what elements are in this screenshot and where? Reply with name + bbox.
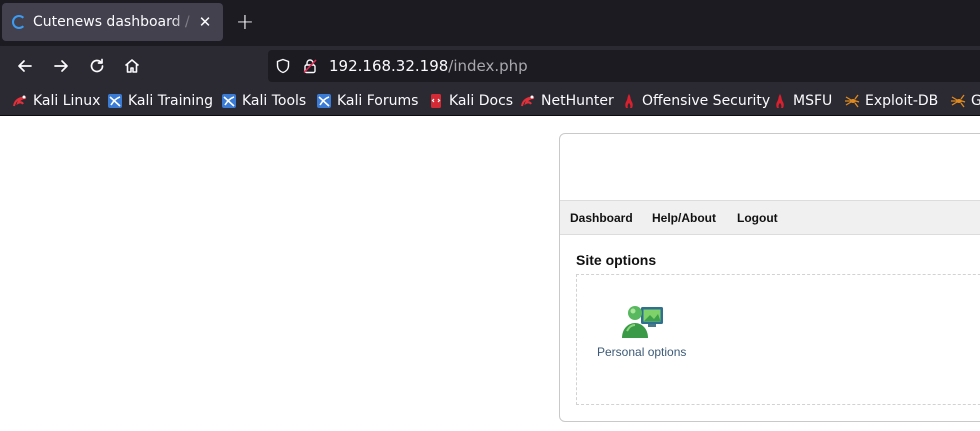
bookmark-msfu[interactable]: MSFU [772,92,832,110]
loading-spinner-icon [12,15,26,29]
bookmark-label: Exploit-DB [865,93,939,109]
arrow-left-icon [18,60,32,72]
tab-strip: Cutenews dashboard / Cu ✕ + [0,0,980,46]
bookmark-label: MSFU [793,93,833,109]
tab-title: Cutenews dashboard / Cu [33,14,195,30]
exploitdb-icon [845,94,860,108]
new-tab-button[interactable]: + [233,11,257,35]
navigation-toolbar: 192.168.32.198/index.php [0,46,980,86]
menu-logout-link[interactable]: Logout [737,211,778,225]
home-icon [124,59,140,73]
bookmark-label: Kali Training [128,93,213,109]
bookmark-label: NetHunter [541,93,614,109]
home-button[interactable] [118,52,146,80]
section-title: Site options [576,252,657,268]
bookmark-kali-training[interactable]: Kali Training [107,92,213,110]
url-text[interactable]: 192.168.32.198/index.php [329,57,528,75]
site-options-box: Personal options [576,274,980,405]
user-computer-icon[interactable] [621,303,665,343]
bookmark-offensive-security[interactable]: Offensive Security [621,92,770,110]
forward-button[interactable] [47,52,75,80]
kali-tools-icon [222,94,236,108]
kali-training-icon [108,94,122,108]
url-path: /index.php [448,57,528,75]
arrow-right-icon [54,60,68,72]
bookmark-label: Kali Docs [449,93,514,109]
exploitdb-icon [951,94,966,108]
dashboard-panel: Dashboard Help/About Logout Site options… [559,133,980,422]
reload-button[interactable] [83,52,111,80]
tab-active[interactable]: Cutenews dashboard / Cu ✕ [2,3,223,41]
bookmark-label: Offensive Security [642,93,771,109]
kali-dragon-icon [13,95,27,107]
bookmark-kali-docs[interactable]: Kali Docs [428,92,513,110]
url-bar[interactable]: 192.168.32.198/index.php [268,50,980,82]
bookmark-exploit-db[interactable]: Exploit-DB [844,92,938,110]
kali-dragon-icon [521,95,535,107]
bookmark-kali-tools[interactable]: Kali Tools [221,92,306,110]
bookmark-label: Kali Forums [337,93,419,109]
top-menu: Dashboard Help/About Logout [560,200,980,235]
menu-help-about-link[interactable]: Help/About [652,211,716,225]
bookmark-label: Kali Linux [33,93,101,109]
close-tab-icon[interactable]: ✕ [195,12,215,32]
url-host: 192.168.32.198 [329,57,449,75]
offsec-icon [776,94,784,108]
bookmark-kali-linux[interactable]: Kali Linux [12,92,100,110]
back-button[interactable] [11,52,39,80]
menu-dashboard-link[interactable]: Dashboard [570,211,633,225]
kali-forums-icon [317,94,331,108]
tracking-protection-shield-icon[interactable] [275,58,291,78]
bookmark-label: Kali Tools [242,93,307,109]
reload-icon [90,58,104,73]
personal-options-link[interactable]: Personal options [597,345,686,359]
bookmark-kali-forums[interactable]: Kali Forums [316,92,418,110]
bookmark-ghdb[interactable]: GHDB [950,92,980,110]
bookmark-label: GHDB [971,93,980,109]
bookmark-nethunter[interactable]: NetHunter [520,92,614,110]
bookmarks-toolbar: Kali Linux Kali Training Kali Tools Kali… [0,86,980,116]
kali-docs-icon [431,94,441,108]
insecure-lock-icon[interactable] [302,58,318,78]
offsec-icon [625,94,633,108]
